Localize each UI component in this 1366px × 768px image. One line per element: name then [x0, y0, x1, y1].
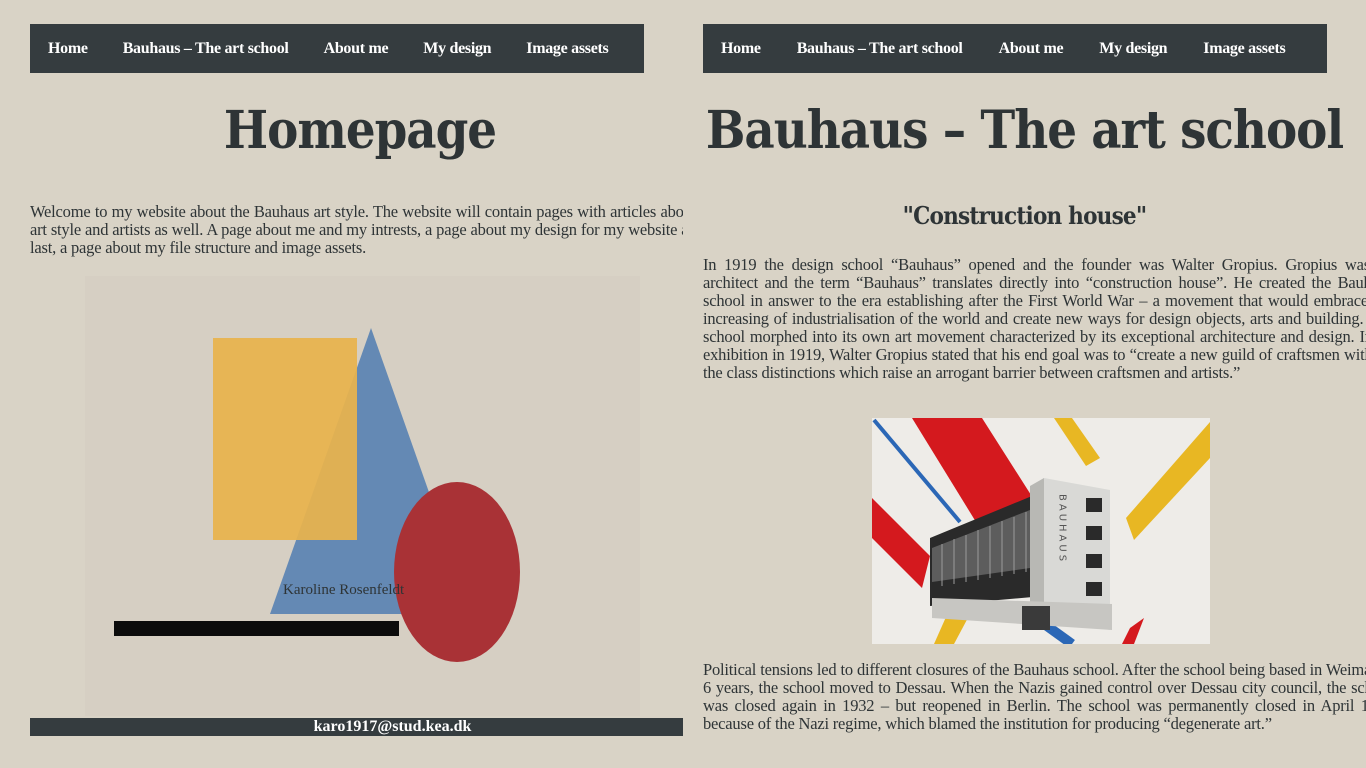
intro-paragraph: Welcome to my website about the Bauhaus … [30, 202, 683, 257]
nav-my-design[interactable]: My design [1099, 40, 1167, 58]
building-illustration: BAUHAUS [872, 418, 1210, 644]
homepage-panel: Home Bauhaus – The art school About me M… [0, 0, 683, 768]
top-nav: Home Bauhaus – The art school About me M… [30, 24, 644, 73]
artwork-shapes [114, 328, 520, 662]
nav-home[interactable]: Home [721, 40, 761, 58]
nav-image-assets[interactable]: Image assets [1203, 40, 1285, 58]
nav-about-me[interactable]: About me [324, 40, 389, 58]
footer-email[interactable]: karo1917@stud.kea.dk [314, 718, 472, 735]
history-paragraph-2: Political tensions led to different clos… [703, 660, 1366, 733]
nav-my-design[interactable]: My design [423, 40, 491, 58]
nav-bauhaus[interactable]: Bauhaus – The art school [797, 40, 963, 58]
top-nav: Home Bauhaus – The art school About me M… [703, 24, 1327, 73]
bauhaus-artwork: Karoline Rosenfeldt [85, 276, 640, 716]
red-circle [394, 482, 520, 662]
nav-about-me[interactable]: About me [999, 40, 1064, 58]
footer: karo1917@stud.kea.dk [30, 718, 683, 736]
nav-image-assets[interactable]: Image assets [526, 40, 608, 58]
bauhaus-panel: Home Bauhaus – The art school About me M… [683, 0, 1366, 768]
artist-name: Karoline Rosenfeldt [283, 582, 405, 598]
black-bar [114, 621, 399, 636]
page-subtitle: "Construction house" [902, 201, 1147, 230]
bauhaus-building-image: BAUHAUS [872, 418, 1210, 644]
page-title: Bauhaus – The art school [705, 100, 1344, 161]
tower-side [1030, 478, 1044, 618]
building-entrance [1022, 606, 1050, 630]
building-sign: BAUHAUS [1057, 494, 1068, 564]
nav-bauhaus[interactable]: Bauhaus – The art school [123, 40, 289, 58]
yellow-rectangle [213, 338, 357, 540]
history-paragraph-1: In 1919 the design school “Bauhaus” open… [703, 255, 1366, 382]
page-title: Homepage [223, 100, 497, 161]
nav-home[interactable]: Home [48, 40, 88, 58]
